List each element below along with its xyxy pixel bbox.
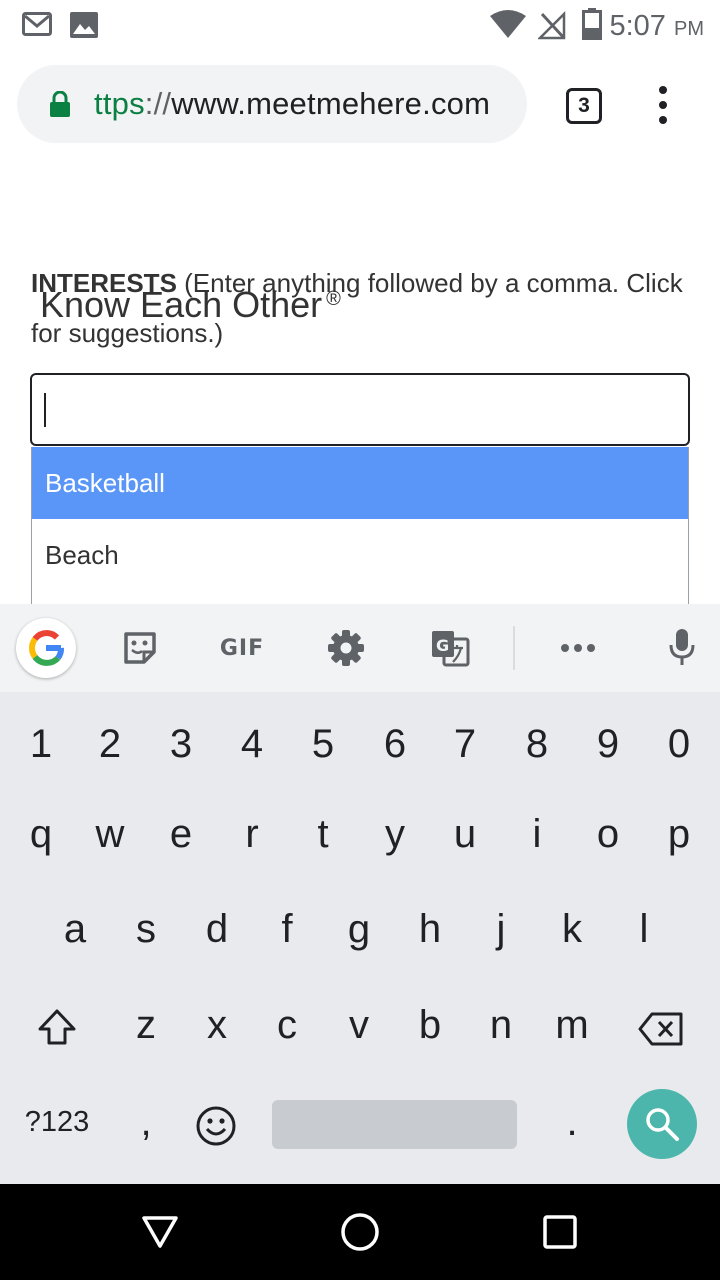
google-icon[interactable] bbox=[16, 618, 76, 678]
key-j[interactable]: j bbox=[466, 889, 536, 969]
suggestion-item[interactable]: Beach bbox=[32, 519, 688, 591]
key-m[interactable]: m bbox=[537, 985, 607, 1065]
key-e[interactable]: e bbox=[146, 794, 216, 874]
symbols-key[interactable]: ?123 bbox=[14, 1097, 100, 1147]
browser-toolbar: ttps://www.meetmehere.com 3 bbox=[0, 52, 720, 160]
suggestions-dropdown: Basketball Beach bbox=[31, 447, 689, 604]
key-q[interactable]: q bbox=[6, 794, 76, 874]
image-icon bbox=[70, 12, 98, 38]
key-8[interactable]: 8 bbox=[502, 704, 572, 784]
settings-icon[interactable] bbox=[324, 622, 368, 674]
backspace-icon[interactable] bbox=[636, 1009, 686, 1049]
search-key[interactable] bbox=[627, 1089, 697, 1159]
keyboard-toolbar: GIF G bbox=[0, 604, 720, 692]
interests-input[interactable] bbox=[30, 373, 690, 446]
wifi-icon bbox=[490, 10, 526, 38]
suggestion-item[interactable]: Basketball bbox=[32, 447, 688, 519]
gmail-icon bbox=[22, 12, 52, 36]
key-d[interactable]: d bbox=[182, 889, 252, 969]
key-o[interactable]: o bbox=[573, 794, 643, 874]
clock: 5:07 PM bbox=[609, 10, 704, 42]
lock-icon bbox=[50, 91, 70, 117]
key-7[interactable]: 7 bbox=[430, 704, 500, 784]
key-x[interactable]: x bbox=[182, 985, 252, 1065]
site-title: Know Each Other ® bbox=[40, 284, 341, 325]
emoji-icon[interactable] bbox=[194, 1104, 238, 1148]
key-9[interactable]: 9 bbox=[573, 704, 643, 784]
key-f[interactable]: f bbox=[252, 889, 322, 969]
mic-icon[interactable] bbox=[660, 622, 704, 674]
address-bar[interactable]: ttps://www.meetmehere.com bbox=[17, 65, 527, 143]
key-r[interactable]: r bbox=[217, 794, 287, 874]
no-signal-icon bbox=[538, 10, 566, 40]
key-comma[interactable]: , bbox=[111, 1082, 181, 1162]
key-0[interactable]: 0 bbox=[644, 704, 714, 784]
key-1[interactable]: 1 bbox=[6, 704, 76, 784]
key-t[interactable]: t bbox=[288, 794, 358, 874]
key-b[interactable]: b bbox=[395, 985, 465, 1065]
web-page: INTERESTS (Enter anything followed by a … bbox=[0, 160, 720, 604]
menu-icon[interactable] bbox=[652, 86, 674, 126]
key-s[interactable]: s bbox=[111, 889, 181, 969]
recents-icon[interactable] bbox=[540, 1212, 580, 1252]
keyboard: GIF G 1 2 3 4 5 6 7 8 9 0 q w e r t y u … bbox=[0, 604, 720, 1184]
key-a[interactable]: a bbox=[40, 889, 110, 969]
key-n[interactable]: n bbox=[466, 985, 536, 1065]
key-y[interactable]: y bbox=[360, 794, 430, 874]
tab-switcher-button[interactable]: 3 bbox=[566, 88, 602, 124]
translate-icon[interactable]: G bbox=[428, 622, 472, 674]
more-icon[interactable] bbox=[556, 622, 600, 674]
key-2[interactable]: 2 bbox=[75, 704, 145, 784]
key-3[interactable]: 3 bbox=[146, 704, 216, 784]
home-icon[interactable] bbox=[340, 1212, 380, 1252]
key-z[interactable]: z bbox=[111, 985, 181, 1065]
svg-text:G: G bbox=[436, 636, 449, 655]
toolbar-divider bbox=[513, 626, 515, 670]
search-icon bbox=[646, 1108, 679, 1141]
sticker-icon[interactable] bbox=[118, 622, 162, 674]
key-v[interactable]: v bbox=[324, 985, 394, 1065]
shift-icon[interactable] bbox=[32, 1006, 82, 1048]
gif-label: GIF bbox=[219, 635, 265, 661]
back-icon[interactable] bbox=[140, 1212, 180, 1252]
key-c[interactable]: c bbox=[252, 985, 322, 1065]
key-5[interactable]: 5 bbox=[288, 704, 358, 784]
space-key[interactable] bbox=[272, 1100, 517, 1149]
key-period[interactable]: . bbox=[537, 1082, 607, 1162]
text-caret bbox=[44, 393, 46, 427]
key-p[interactable]: p bbox=[644, 794, 714, 874]
key-l[interactable]: l bbox=[609, 889, 679, 969]
key-h[interactable]: h bbox=[395, 889, 465, 969]
gif-icon[interactable]: GIF bbox=[210, 622, 274, 674]
key-k[interactable]: k bbox=[537, 889, 607, 969]
key-g[interactable]: g bbox=[324, 889, 394, 969]
status-bar: 5:07 PM bbox=[0, 0, 720, 52]
key-6[interactable]: 6 bbox=[360, 704, 430, 784]
key-4[interactable]: 4 bbox=[217, 704, 287, 784]
key-i[interactable]: i bbox=[502, 794, 572, 874]
navigation-bar bbox=[0, 1184, 720, 1280]
key-w[interactable]: w bbox=[75, 794, 145, 874]
battery-icon bbox=[582, 8, 602, 40]
url-text: ttps://www.meetmehere.com bbox=[94, 86, 491, 121]
key-u[interactable]: u bbox=[430, 794, 500, 874]
